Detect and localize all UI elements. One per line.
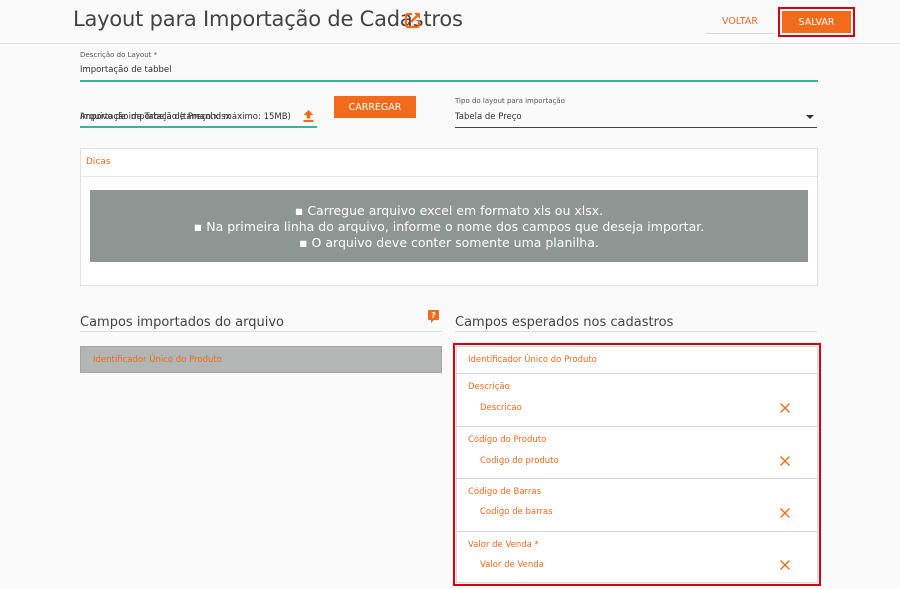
caret-down-icon[interactable] — [806, 115, 814, 119]
close-icon[interactable] — [779, 559, 791, 571]
description-label: Descrição do Layout * — [80, 51, 158, 59]
layout-type-underline — [455, 127, 817, 128]
layout-type-label: Tipo do layout para importação — [455, 97, 565, 105]
tip-line: ▪ Na primeira linha do arquivo, informe … — [193, 219, 705, 234]
expected-field-label: Código do Produto — [468, 435, 547, 445]
save-button[interactable]: SALVAR — [782, 11, 851, 33]
mapped-field-value[interactable]: Descricao — [480, 403, 522, 413]
expected-field-row: Valor de Venda * Valor de Venda — [457, 532, 817, 582]
back-button[interactable]: VOLTAR — [706, 9, 774, 34]
file-underline — [80, 126, 317, 128]
expected-section-title: Campos esperados nos cadastros — [455, 315, 674, 330]
tip-line: ▪ Carregue arquivo excel em formato xls … — [294, 203, 604, 218]
edit-external-icon[interactable] — [404, 11, 422, 29]
imported-section-divider — [80, 331, 442, 332]
close-icon[interactable] — [779, 402, 791, 414]
tip-line: ▪ O arquivo deve conter somente uma plan… — [299, 235, 599, 250]
expected-field-row: Código do Produto Codigo do produto — [457, 427, 817, 479]
expected-field-label: Descrição — [468, 382, 510, 392]
upload-button[interactable]: CARREGAR — [334, 96, 416, 118]
imported-section-title: Campos importados do arquivo — [80, 315, 284, 330]
file-name: Importação de Tabela de Preço.xlsx — [80, 112, 231, 122]
expected-fields-list: Identificador Único do Produto Descrição… — [456, 346, 818, 583]
mapped-field-value[interactable]: Codigo do produto — [480, 456, 559, 466]
mapped-field-value[interactable]: Codigo de barras — [480, 507, 553, 517]
layout-type-select[interactable]: Tabela de Preço — [455, 112, 522, 122]
tips-panel: Dicas ▪ Carregue arquivo excel em format… — [80, 148, 818, 286]
description-input[interactable]: Importação de tabbel — [80, 65, 171, 75]
expected-field-row: Código de Barras Codigo de barras — [457, 479, 817, 532]
expected-field-label: Valor de Venda * — [468, 540, 539, 550]
expected-section-divider — [455, 331, 817, 332]
expected-field-label: Identificador Único do Produto — [468, 355, 597, 365]
expected-field-header[interactable]: Identificador Único do Produto — [457, 347, 817, 374]
imported-field-item[interactable]: Identificador Único do Produto — [80, 346, 442, 373]
tips-box: ▪ Carregue arquivo excel em formato xls … — [90, 190, 808, 262]
expected-field-label: Código de Barras — [468, 487, 542, 497]
close-icon[interactable] — [779, 507, 791, 519]
page-header: Layout para Importação de Cadastros VOLT… — [0, 0, 900, 44]
svg-text:?: ? — [431, 311, 436, 320]
upload-icon[interactable] — [303, 110, 314, 122]
file-input[interactable]: Arquivo de importação (tamanho máximo: 1… — [80, 112, 302, 124]
tips-divider — [81, 176, 817, 177]
mapped-field-value[interactable]: Valor de Venda — [480, 560, 544, 570]
expected-field-row: Descrição Descricao — [457, 374, 817, 427]
close-icon[interactable] — [779, 455, 791, 467]
imported-field-label: Identificador Único do Produto — [93, 355, 222, 365]
tips-title: Dicas — [86, 157, 111, 167]
description-underline — [80, 80, 818, 82]
help-icon[interactable]: ? — [428, 310, 439, 323]
